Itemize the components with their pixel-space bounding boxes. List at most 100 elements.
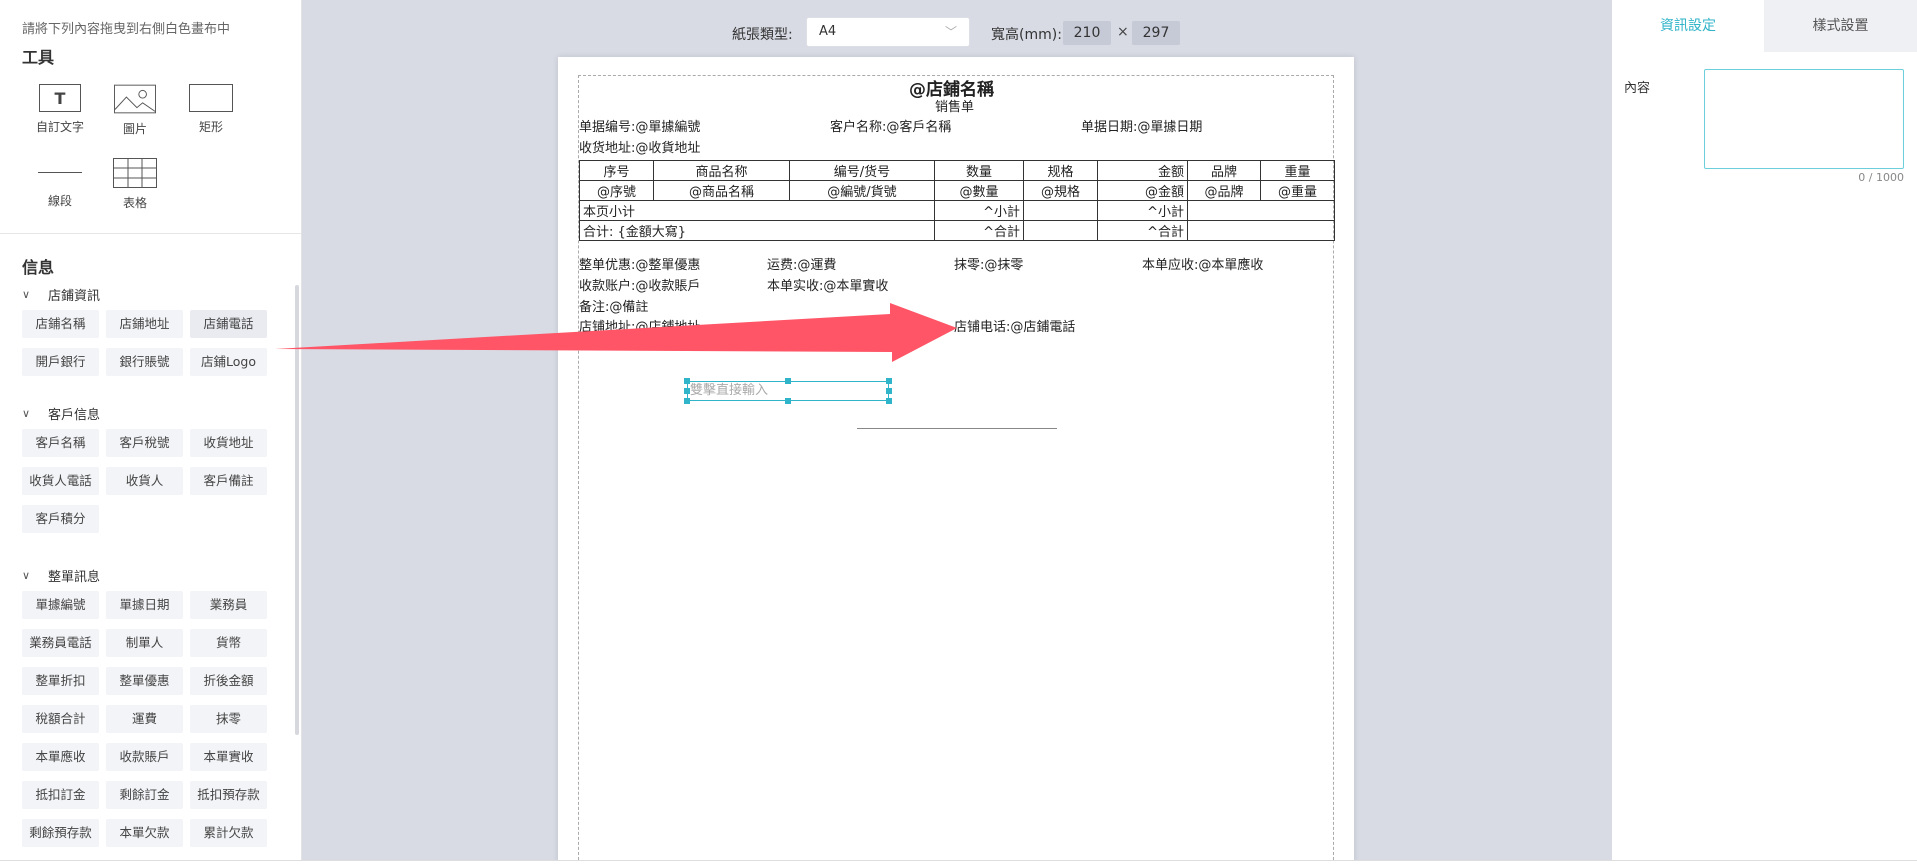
resize-handle[interactable] [886,378,892,384]
field-chip[interactable]: 單據編號 [22,591,99,619]
tab-info-settings[interactable]: 資訊設定 [1612,0,1764,52]
field-chip[interactable]: 折後金額 [190,667,267,695]
field-chip[interactable]: 業務員 [190,591,267,619]
tab-style-settings[interactable]: 樣式設置 [1764,0,1917,52]
field-chip[interactable]: 本單實收 [190,743,267,771]
customer-name-field[interactable]: 客户名称:@客戶名稱 [830,116,951,135]
category-header[interactable]: ∨ 客戶信息 [22,404,100,423]
subtotal-label: 本页小计 [579,200,935,221]
shipping-address-field[interactable]: 收货地址:@收貨地址 [579,137,700,156]
field-chip[interactable]: 制單人 [106,629,183,657]
total-amount: ^合計 [1097,220,1188,241]
tool-custom-text[interactable]: T 自訂文字 [20,84,100,135]
left-panel: 請將下列內容拖曳到右側白色畫布中 工具 T 自訂文字 圖片 矩形 線段 表格 信… [0,0,302,860]
table-header-row: 序号 商品名称 编号/货号 数量 规格 金额 品牌 重量 [579,160,1335,181]
tool-label: 線段 [47,194,72,208]
canvas-paper[interactable]: @店鋪名稱 销售单 单据编号:@單據編號 客户名称:@客戶名稱 单据日期:@單據… [558,57,1354,865]
field-chip[interactable]: 剩餘預存款 [22,819,99,847]
table-cell [1023,220,1098,241]
field-chip[interactable]: 收款賬戶 [106,743,183,771]
field-chip[interactable]: 客戶稅號 [106,429,183,457]
resize-handle[interactable] [684,378,690,384]
table-cell: @數量 [934,180,1024,201]
rounding-field[interactable]: 抹零:@抹零 [954,254,1023,273]
remark-field[interactable]: 备注:@備註 [579,296,648,315]
rectangle-icon [189,84,233,112]
field-chip[interactable]: 本單應收 [22,743,99,771]
table-header-cell: 数量 [934,160,1024,181]
field-chip[interactable]: 業務員電話 [22,629,99,657]
field-chip[interactable]: 客戶名稱 [22,429,99,457]
table-cell: @規格 [1023,180,1098,201]
field-chip[interactable]: 店鋪地址 [106,310,183,338]
left-scrollbar[interactable] [295,285,299,735]
resize-handle[interactable] [684,398,690,404]
resize-handle[interactable] [886,388,892,394]
tool-image[interactable]: 圖片 [95,84,175,137]
field-chip[interactable]: 客戶備註 [190,467,267,495]
doc-date-field[interactable]: 单据日期:@單據日期 [1081,116,1202,135]
field-chip[interactable]: 收貨人電話 [22,467,99,495]
resize-handle[interactable] [785,378,791,384]
tool-line[interactable]: 線段 [20,158,100,209]
content-label: 內容 [1624,81,1651,96]
paper-type-select[interactable]: A4 ﹀ [806,17,970,47]
category-header[interactable]: ∨ 整單訊息 [22,566,100,585]
line-element[interactable] [857,428,1057,429]
table-cell [1187,200,1335,221]
shipping-fee-field[interactable]: 运费:@運費 [767,254,836,273]
tool-label: 自訂文字 [35,120,84,134]
field-chip[interactable]: 開戶銀行 [22,348,99,376]
field-chip[interactable]: 單據日期 [106,591,183,619]
resize-handle[interactable] [785,398,791,404]
field-chip[interactable]: 抵扣訂金 [22,781,99,809]
field-chip[interactable]: 客戶積分 [22,505,99,533]
field-chip[interactable]: 收貨地址 [190,429,267,457]
field-chip[interactable]: 整單折扣 [22,667,99,695]
tools-title: 工具 [22,48,55,67]
field-chip[interactable]: 店鋪名稱 [22,310,99,338]
resize-handle[interactable] [886,398,892,404]
subtotal-row: 本页小计 ^小計 ^小計 [579,200,1335,221]
field-chip[interactable]: 累計欠款 [190,819,267,847]
tool-rectangle[interactable]: 矩形 [171,84,251,135]
field-chip[interactable]: 剩餘訂金 [106,781,183,809]
field-chip[interactable]: 運費 [106,705,183,733]
resize-handle[interactable] [684,388,690,394]
field-chip[interactable]: 抹零 [190,705,267,733]
field-chip[interactable]: 收貨人 [106,467,183,495]
table-cell [1023,200,1098,221]
field-chip[interactable]: 店鋪電話 [190,310,267,338]
field-chip[interactable]: 抵扣預存款 [190,781,267,809]
order-discount-field[interactable]: 整单优惠:@整單優惠 [579,254,700,273]
doc-number-field[interactable]: 单据编号:@單據編號 [579,116,700,135]
category-header[interactable]: ∨ 店鋪資訊 [22,285,100,304]
payment-account-field[interactable]: 收款账户:@收款賬戶 [579,275,700,294]
shop-address-field[interactable]: 店铺地址:@店鋪地址 [579,316,700,335]
field-chip[interactable]: 整單優惠 [106,667,183,695]
tool-label: 矩形 [198,120,223,134]
content-textarea[interactable] [1704,69,1904,169]
line-icon [38,158,82,186]
char-counter: 0 / 1000 [1858,171,1904,184]
width-input[interactable]: 210 [1063,21,1111,45]
table-header-cell: 重量 [1260,160,1335,181]
field-chip[interactable]: 貨幣 [190,629,267,657]
field-chip[interactable]: 本單欠款 [106,819,183,847]
height-input[interactable]: 297 [1132,21,1180,45]
amount-received-field[interactable]: 本单实收:@本單實收 [767,275,888,294]
text-icon: T [39,84,81,112]
total-label: 合计: {金額大寫} [579,220,935,241]
tool-table[interactable]: 表格 [95,158,175,211]
table-icon [113,158,157,188]
items-table[interactable]: 序号 商品名称 编号/货号 数量 规格 金额 品牌 重量 @序號 @商品名稱 @… [579,160,1335,241]
field-chip[interactable]: 銀行賬號 [106,348,183,376]
doc-subtitle-field[interactable]: 销售单 [935,96,974,115]
table-row: @序號 @商品名稱 @編號/貨號 @數量 @規格 @金額 @品牌 @重量 [579,180,1335,201]
field-chip[interactable]: 稅額合計 [22,705,99,733]
subtotal-amount: ^小計 [1097,200,1188,221]
total-qty: ^合計 [934,220,1024,241]
shop-phone-field[interactable]: 店铺电话:@店鋪電話 [954,316,1075,335]
amount-due-field[interactable]: 本单应收:@本單應收 [1142,254,1263,273]
field-chip[interactable]: 店鋪Logo [190,348,267,376]
